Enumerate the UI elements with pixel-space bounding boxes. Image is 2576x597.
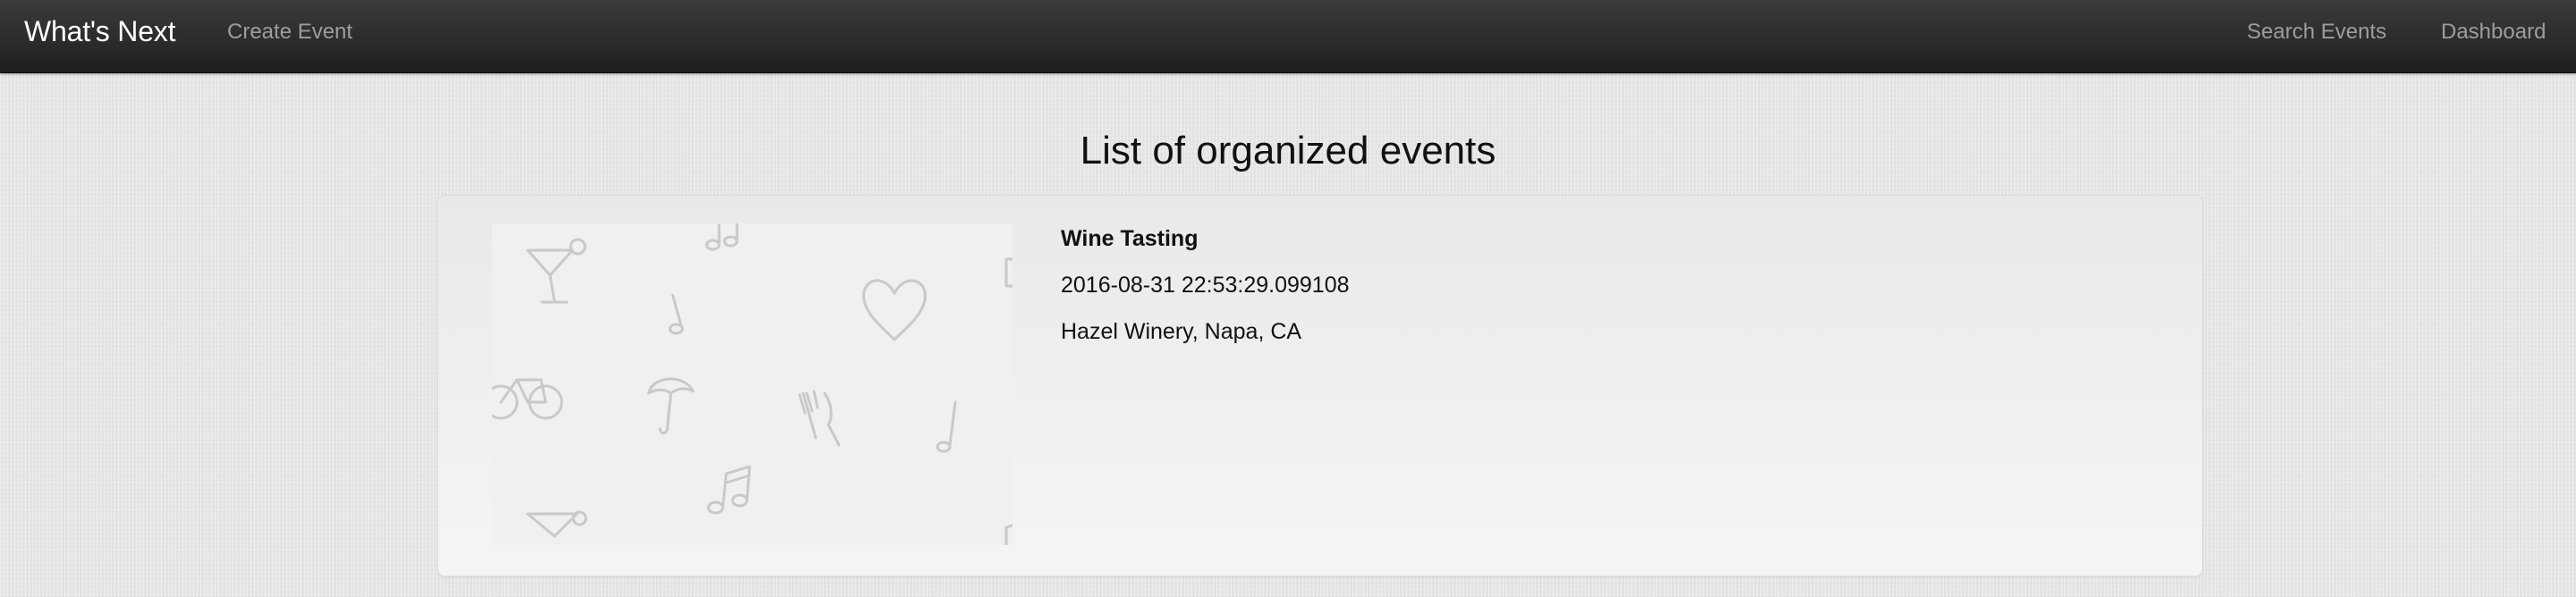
event-name[interactable]: Wine Tasting	[1061, 226, 1350, 258]
search-events-link[interactable]: Search Events	[2247, 20, 2386, 45]
heart-icon	[862, 279, 927, 341]
bicycle-icon	[492, 378, 564, 420]
music-note-icon	[936, 400, 957, 453]
umbrella-icon	[647, 377, 695, 434]
create-event-link[interactable]: Create Event	[227, 20, 352, 45]
event-card[interactable]: Wine Tasting 2016-08-31 22:53:29.099108 …	[437, 195, 2203, 576]
brand-link[interactable]: What's Next	[24, 15, 175, 48]
event-image[interactable]	[492, 223, 1013, 545]
music-note-icon	[668, 293, 684, 335]
top-navbar: What's Next Create Event Search Events D…	[0, 0, 2576, 73]
dashboard-link[interactable]: Dashboard	[2441, 20, 2546, 45]
page-title: List of organized events	[1080, 129, 1496, 172]
fork-knife-icon	[798, 390, 841, 447]
cocktail-icon	[526, 238, 587, 304]
event-datetime: 2016-08-31 22:53:29.099108	[1061, 273, 1350, 298]
event-details: Wine Tasting 2016-08-31 22:53:29.099108 …	[1061, 226, 1350, 351]
event-location: Hazel Winery, Napa, CA	[1061, 319, 1302, 344]
music-note-icon	[705, 223, 739, 251]
music-note-icon	[707, 465, 751, 515]
